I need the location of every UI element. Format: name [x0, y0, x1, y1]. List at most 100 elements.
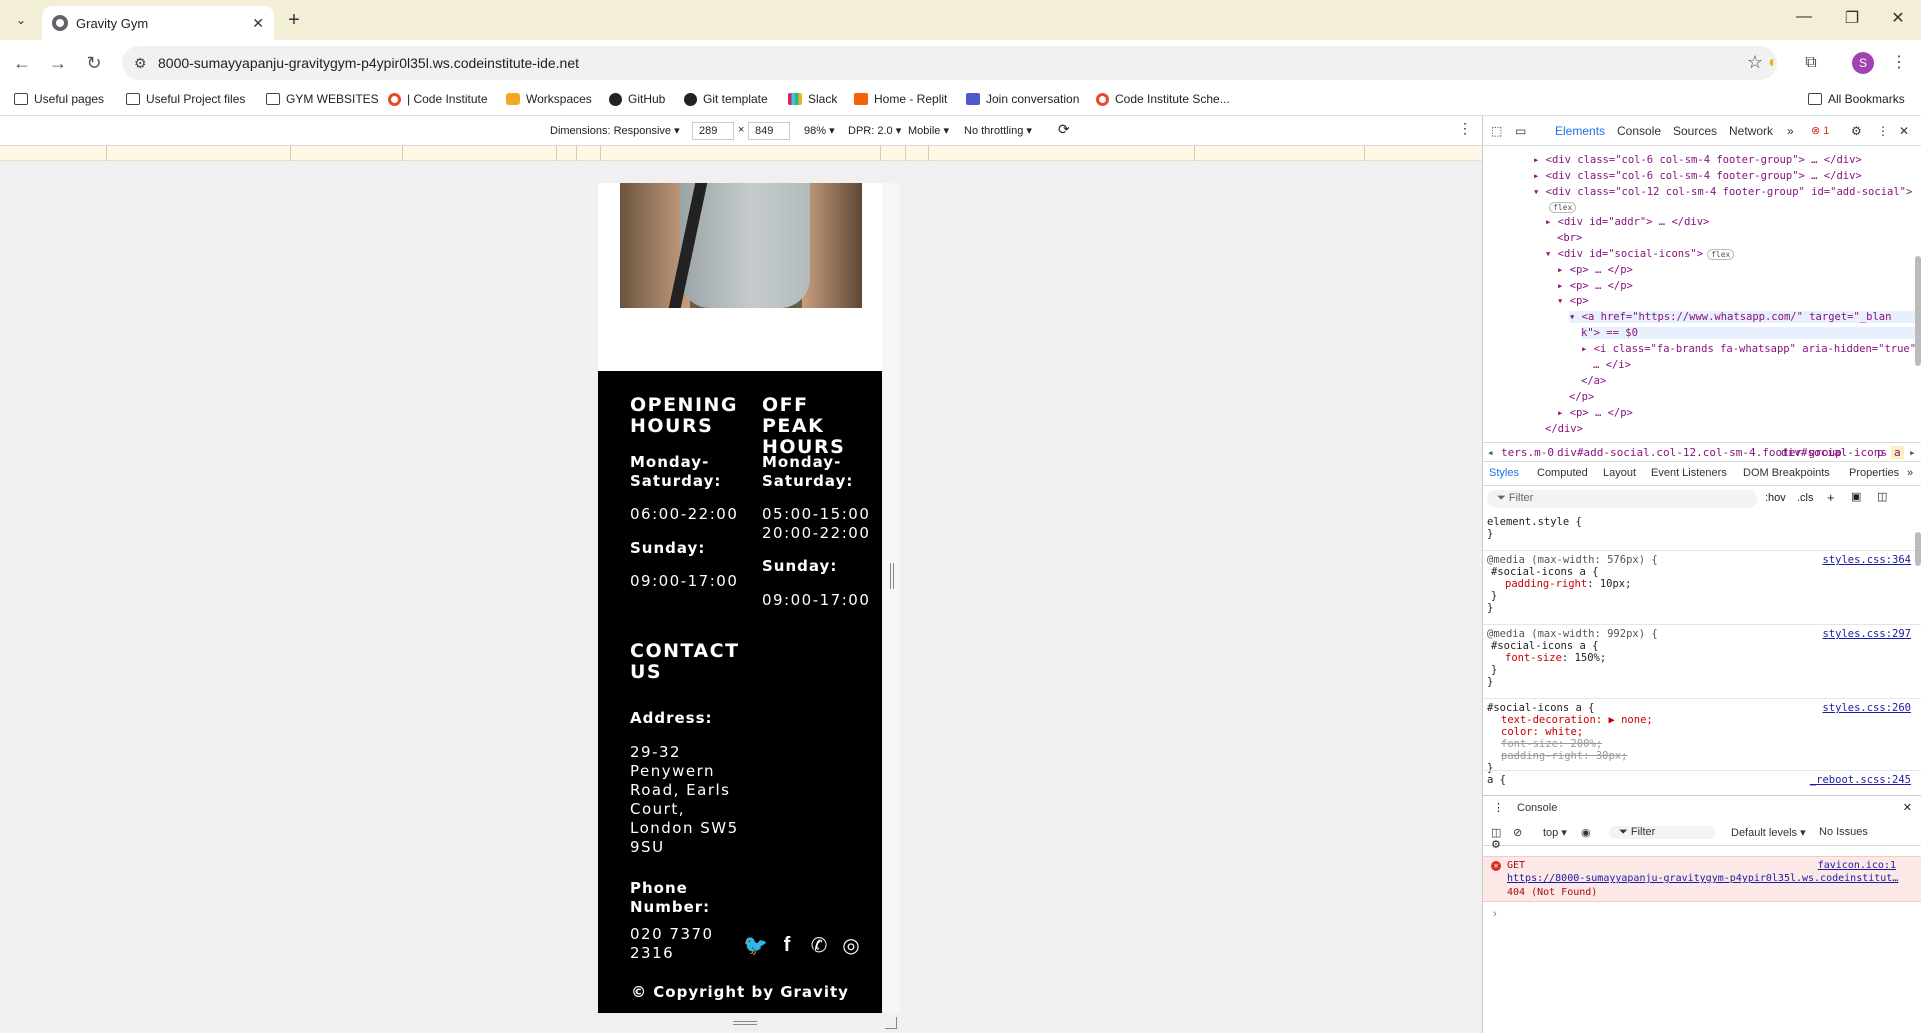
- tab-computed[interactable]: Computed: [1537, 467, 1588, 479]
- tab-network[interactable]: Network: [1729, 124, 1773, 138]
- more-style-tabs-icon[interactable]: »: [1907, 467, 1913, 479]
- height-input[interactable]: 849: [748, 122, 790, 140]
- new-tab-button[interactable]: +: [282, 9, 306, 33]
- bookmark-item[interactable]: | Code Institute: [388, 92, 488, 106]
- new-rule-icon[interactable]: +: [1827, 490, 1835, 505]
- site-info-icon[interactable]: ⚙: [134, 55, 147, 72]
- rule-declaration-overridden[interactable]: font-size: 200%;: [1487, 738, 1917, 750]
- dom-node[interactable]: <br>: [1557, 232, 1582, 244]
- breadcrumb-right-arrow[interactable]: ▸: [1909, 446, 1916, 459]
- throttling-dropdown[interactable]: No throttling ▾: [964, 124, 1032, 137]
- reload-button[interactable]: ↻: [82, 52, 106, 76]
- console-prompt-icon[interactable]: ›: [1493, 908, 1497, 920]
- eye-icon[interactable]: ◉: [1581, 826, 1591, 839]
- more-tabs-icon[interactable]: »: [1787, 124, 1794, 138]
- close-window-button[interactable]: ✕: [1878, 8, 1918, 28]
- tab-search-button[interactable]: ⌄: [8, 8, 34, 32]
- dom-node[interactable]: ▸ <div class="col-6 col-sm-4 footer-grou…: [1533, 170, 1862, 182]
- bookmark-item[interactable]: Workspaces: [506, 92, 592, 106]
- log-levels-dropdown[interactable]: Default levels ▾: [1731, 826, 1806, 839]
- tab-sources[interactable]: Sources: [1673, 124, 1717, 138]
- style-rule[interactable]: element.style { }: [1487, 516, 1917, 540]
- extensions-puzzle-icon[interactable]: ⧉: [1800, 52, 1822, 74]
- tab-layout[interactable]: Layout: [1603, 467, 1636, 479]
- dom-scrollbar[interactable]: [1915, 256, 1921, 366]
- breadcrumb-left-arrow[interactable]: ◂: [1487, 446, 1494, 459]
- dom-node[interactable]: ▸ <div id="addr"> … </div>: [1545, 216, 1709, 228]
- browser-menu-icon[interactable]: ⋮: [1888, 52, 1910, 74]
- dom-node[interactable]: </p>: [1569, 391, 1594, 403]
- inspect-icon[interactable]: ⬚: [1491, 124, 1502, 138]
- bookmark-item[interactable]: GYM WEBSITES: [266, 92, 379, 106]
- more-options-icon[interactable]: ⋮: [1458, 120, 1472, 137]
- tab-properties[interactable]: Properties: [1849, 467, 1899, 479]
- color-palette-icon[interactable]: ▣: [1851, 490, 1861, 503]
- all-bookmarks[interactable]: All Bookmarks: [1808, 92, 1905, 106]
- twitter-icon[interactable]: 🐦: [743, 933, 768, 957]
- rotate-icon[interactable]: ⟳: [1058, 121, 1070, 138]
- dpr-dropdown[interactable]: DPR: 2.0 ▾: [848, 124, 901, 137]
- style-rule[interactable]: a { _reboot.scss:245: [1487, 774, 1917, 786]
- dom-node[interactable]: ▸ <p> … </p>: [1557, 407, 1633, 419]
- console-drawer-title[interactable]: Console: [1517, 802, 1557, 814]
- breadcrumb-item[interactable]: ters.m-0: [1501, 446, 1554, 459]
- bookmark-item[interactable]: Useful Project files: [126, 92, 245, 106]
- device-toggle-icon[interactable]: ▭: [1515, 124, 1526, 138]
- rule-declaration-overridden[interactable]: padding-right: 30px;: [1487, 750, 1917, 762]
- tab-elements[interactable]: Elements: [1555, 124, 1605, 138]
- zoom-dropdown[interactable]: 98% ▾: [804, 124, 835, 137]
- error-source-link[interactable]: favicon.ico:1: [1818, 860, 1896, 871]
- context-dropdown[interactable]: top ▾: [1543, 826, 1567, 839]
- facebook-icon[interactable]: f: [775, 933, 799, 957]
- console-filter-input[interactable]: ⏷ Filter: [1609, 826, 1715, 839]
- error-url-link[interactable]: https://8000-sumayyapanju-gravitygym-p4y…: [1507, 873, 1898, 884]
- style-rule[interactable]: @media (max-width: 576px) { styles.css:3…: [1487, 554, 1917, 614]
- dom-node[interactable]: ▾ <div id="social-icons"> flex: [1545, 248, 1735, 260]
- breadcrumb-item[interactable]: div#social-icons: [1781, 446, 1887, 459]
- close-devtools-icon[interactable]: ✕: [1899, 124, 1909, 138]
- url-text[interactable]: 8000-sumayyapanju-gravitygym-p4ypir0l35l…: [158, 55, 579, 71]
- close-drawer-icon[interactable]: ✕: [1903, 801, 1912, 814]
- whatsapp-icon[interactable]: ✆: [807, 933, 831, 957]
- tab-styles[interactable]: Styles: [1489, 467, 1519, 479]
- style-rule[interactable]: #social-icons a { styles.css:260 text-de…: [1487, 702, 1917, 774]
- tab-dom-breakpoints[interactable]: DOM Breakpoints: [1743, 467, 1830, 479]
- instagram-icon[interactable]: ◎: [839, 933, 863, 957]
- media-query-ruler[interactable]: [0, 146, 1482, 161]
- rule-source-link[interactable]: styles.css:260: [1822, 702, 1911, 714]
- dom-node[interactable]: ▾ <div class="col-12 col-sm-4 footer-gro…: [1533, 186, 1912, 198]
- rule-source-link[interactable]: _reboot.scss:245: [1810, 774, 1911, 786]
- tab-console[interactable]: Console: [1617, 124, 1661, 138]
- selected-dom-node-cont[interactable]: k"> == $0: [1581, 327, 1921, 339]
- rule-declaration[interactable]: font-size: 150%;: [1487, 652, 1917, 664]
- dom-node[interactable]: ▸ <p> … </p>: [1557, 280, 1633, 292]
- resize-handle-corner[interactable]: [885, 1017, 897, 1029]
- styles-filter-input[interactable]: ⏷ Filter: [1487, 490, 1757, 508]
- rule-source-link[interactable]: styles.css:364: [1822, 554, 1911, 566]
- rule-source-link[interactable]: styles.css:297: [1822, 628, 1911, 640]
- dom-node[interactable]: ▸ <p> … </p>: [1557, 264, 1633, 276]
- styles-scrollbar[interactable]: [1915, 532, 1921, 566]
- resize-handle-bottom[interactable]: [733, 1021, 757, 1025]
- resize-handle-right[interactable]: [890, 563, 894, 589]
- back-button[interactable]: ←: [10, 52, 34, 76]
- bookmark-item[interactable]: Home - Replit: [854, 92, 947, 106]
- flex-badge[interactable]: flex: [1545, 201, 1577, 213]
- bookmark-item[interactable]: Git template: [684, 92, 768, 106]
- dom-node[interactable]: ▸ <div class="col-6 col-sm-4 footer-grou…: [1533, 154, 1862, 166]
- extension-icon[interactable]: ◐: [1762, 52, 1784, 74]
- style-rule[interactable]: @media (max-width: 992px) { styles.css:2…: [1487, 628, 1917, 688]
- dom-node[interactable]: </a>: [1581, 375, 1606, 387]
- rule-declaration[interactable]: text-decoration: ▶ none;: [1487, 714, 1917, 726]
- clear-console-icon[interactable]: ⊘: [1513, 826, 1522, 839]
- drawer-menu-icon[interactable]: ⋮: [1493, 801, 1504, 814]
- dom-node[interactable]: ▸ <i class="fa-brands fa-whatsapp" aria-…: [1581, 343, 1921, 355]
- error-badge[interactable]: ⊗ 1: [1811, 124, 1829, 137]
- selected-dom-node[interactable]: ▾ <a href="https://www.whatsapp.com/" ta…: [1569, 311, 1921, 323]
- browser-tab[interactable]: Gravity Gym ✕: [42, 6, 274, 40]
- bookmark-item[interactable]: GitHub: [609, 92, 665, 106]
- address-bar[interactable]: ⚙ 8000-sumayyapanju-gravitygym-p4ypir0l3…: [122, 46, 1777, 80]
- restore-button[interactable]: ❐: [1832, 8, 1872, 28]
- close-tab-icon[interactable]: ✕: [252, 15, 264, 32]
- tab-event-listeners[interactable]: Event Listeners: [1651, 467, 1727, 479]
